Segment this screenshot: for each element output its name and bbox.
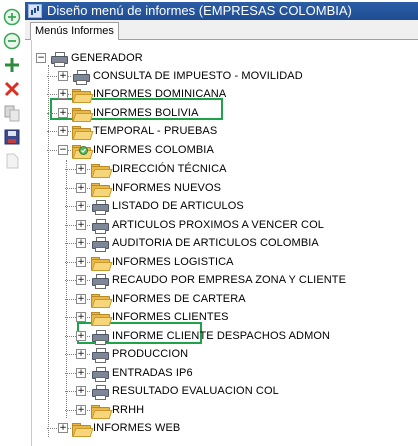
tree-node-report[interactable]: + INFORMES DE CARTERA [0,290,418,308]
folder-icon [90,180,113,197]
node-label: GENERADOR [71,52,143,64]
folder-icon [90,309,113,326]
tree-node-report[interactable]: + RECAUDO POR EMPRESA ZONA Y CLIENTE [0,271,418,289]
window-titlebar: Diseño menú de informes (EMPRESAS COLOMB… [25,2,418,20]
expand-icon[interactable]: + [76,257,86,267]
printer-icon [71,68,91,85]
expand-icon[interactable]: + [76,201,86,211]
expand-icon[interactable]: + [58,126,68,136]
printer-icon [90,272,110,289]
node-label: LISTADO DE ARTICULOS [112,200,244,212]
add-circle-icon[interactable] [3,8,21,26]
expand-icon[interactable]: + [76,312,86,322]
tree-node-report[interactable]: + INFORMES CLIENTES [0,308,418,326]
folder-icon [71,105,94,122]
node-label: ARTICULOS PROXIMOS A VENCER COL [112,219,324,231]
node-label: INFORMES COLOMBIA [93,144,214,156]
tree-node-level1[interactable]: + INFORMES DOMINICANA [0,85,418,103]
tree-node-report[interactable]: + ARTICULOS PROXIMOS A VENCER COL [0,216,418,234]
expand-icon[interactable]: + [76,331,86,341]
folder-icon [90,254,113,271]
folder-icon [71,123,94,140]
remove-circle-icon[interactable] [3,32,21,50]
node-label: INFORMES CLIENTES [112,311,229,323]
tree-node-report[interactable]: + PRODUCCION [0,345,418,363]
tab-strip: Menús Informes [25,20,418,40]
printer-icon [90,198,110,215]
node-label: INFORMES DE CARTERA [112,293,246,305]
printer-icon [90,328,110,345]
node-label: INFORMES BOLIVIA [93,107,199,119]
tree-node-level1[interactable]: − INFORMES COLOMBIA [0,141,418,159]
folder-icon [90,161,113,178]
tree-node-report[interactable]: + INFORMES NUEVOS [0,179,418,197]
expand-icon[interactable]: + [76,183,86,193]
tree-node-report[interactable]: + INFORME CLIENTE DESPACHOS ADMON [0,327,418,345]
node-label: INFORME CLIENTE DESPACHOS ADMON [112,330,331,342]
node-label: TEMPORAL - PRUEBAS [93,125,218,137]
app-icon [28,4,42,18]
expand-icon[interactable]: + [58,108,68,118]
tree-node-report[interactable]: + RESULTADO EVALUACION COL [0,382,418,400]
expand-icon[interactable]: + [58,89,68,99]
window-title: Diseño menú de informes (EMPRESAS COLOMB… [47,3,352,18]
tree-node-report[interactable]: + AUDITORIA DE ARTICULOS COLOMBIA [0,234,418,252]
expand-icon[interactable]: + [76,294,86,304]
expand-icon[interactable]: + [76,164,86,174]
collapse-icon[interactable]: − [36,53,46,63]
tree-node-level1[interactable]: + TEMPORAL - PRUEBAS [0,122,418,140]
expand-icon[interactable]: + [76,386,86,396]
node-label: INFORMES NUEVOS [112,182,222,194]
folder-icon [71,86,94,103]
folder-icon [90,291,113,308]
node-label: INFORMES LOGISTICA [112,256,234,268]
expand-icon[interactable]: + [76,275,86,285]
tree-node-report[interactable]: + RRHH [0,401,418,419]
expand-icon[interactable]: + [76,238,86,248]
expand-icon[interactable]: + [76,349,86,359]
tree-node-report[interactable]: + DIRECCIÓN TÉCNICA [0,160,418,178]
collapse-icon[interactable]: − [58,145,68,155]
node-label: CONSULTA DE IMPUESTO - MOVILIDAD [93,70,303,82]
printer-icon [90,235,110,252]
tree-node-report[interactable]: + INFORMES LOGISTICA [0,253,418,271]
folder-icon [90,402,113,419]
printer-icon [90,346,110,363]
expand-icon[interactable]: + [58,71,68,81]
expand-icon[interactable]: + [76,405,86,415]
expand-icon[interactable]: + [76,220,86,230]
tree-node-report[interactable]: + ENTRADAS IP6 [0,364,418,382]
printer-icon [90,383,110,400]
node-label: PRODUCCION [112,348,189,360]
folder-icon [71,420,94,437]
folder-open-icon [71,142,94,159]
printer-icon [90,217,110,234]
node-label: AUDITORIA DE ARTICULOS COLOMBIA [112,237,319,249]
node-label: ENTRADAS IP6 [112,367,193,379]
tab-menus-informes[interactable]: Menús Informes [30,22,119,40]
tree-node-level1[interactable]: + INFORMES BOLIVIA [0,104,418,122]
node-label: INFORMES WEB [93,422,181,434]
tree-node-report[interactable]: + LISTADO DE ARTICULOS [0,197,418,215]
tree-node-level1[interactable]: + INFORMES WEB [0,419,418,437]
printer-icon [90,365,110,382]
tree-node-root[interactable]: − GENERADOR [0,49,418,67]
node-label: RECAUDO POR EMPRESA ZONA Y CLIENTE [112,274,347,286]
node-label: DIRECCIÓN TÉCNICA [112,163,227,175]
tree-node-level1[interactable]: + CONSULTA DE IMPUESTO - MOVILIDAD [0,67,418,85]
node-label: RESULTADO EVALUACION COL [112,385,279,397]
printer-icon [49,50,69,67]
node-label: INFORMES DOMINICANA [93,88,227,100]
expand-icon[interactable]: + [76,368,86,378]
expand-icon[interactable]: + [58,423,68,433]
node-label: RRHH [112,404,145,416]
